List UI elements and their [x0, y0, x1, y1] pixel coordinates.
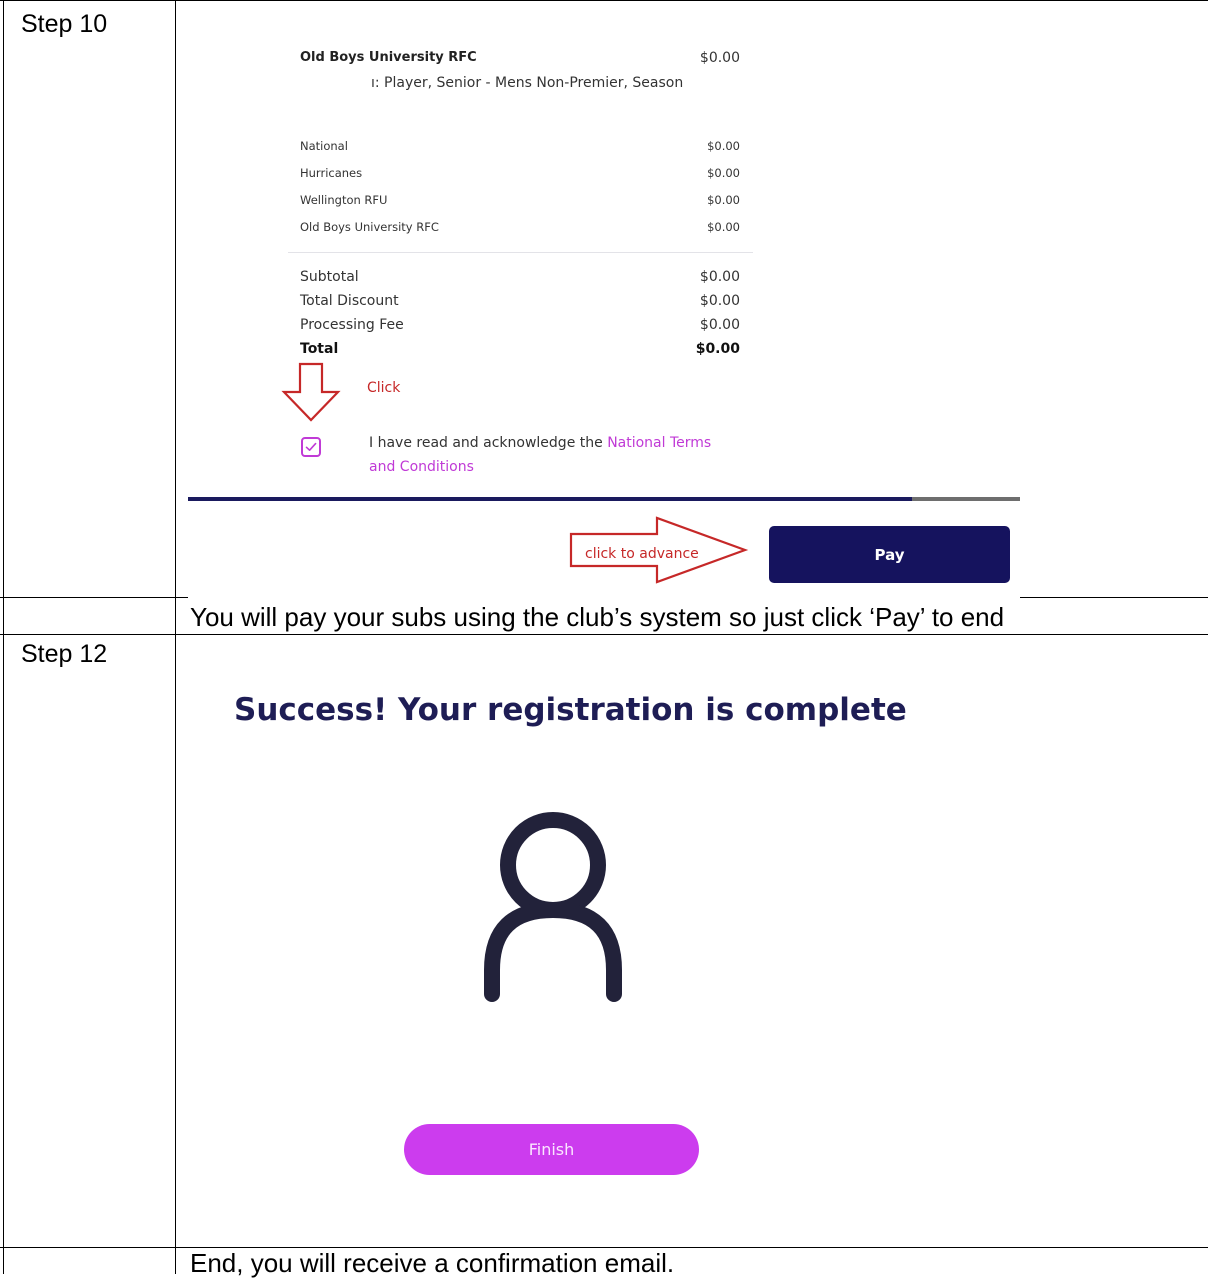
- progress-fill: [188, 497, 912, 501]
- terms-acknowledgement: I have read and acknowledge the National…: [369, 431, 729, 479]
- success-title: Success! Your registration is complete: [234, 692, 907, 728]
- table-border-left: [3, 0, 4, 1274]
- item-price: $0.00: [699, 50, 740, 66]
- pay-button[interactable]: Pay: [769, 526, 1010, 583]
- table-border-top: [0, 0, 1208, 1]
- checkmark-icon: [305, 442, 317, 451]
- step-12-label: Step 12: [21, 640, 108, 668]
- payment-summary-screenshot: Old Boys University RFC $0.00 ı: Player,…: [188, 30, 1020, 598]
- table-row-divider: [0, 634, 1208, 635]
- summary-amount: $0.00: [699, 293, 740, 309]
- registration-success-screenshot: Success! Your registration is complete F…: [188, 640, 1198, 1255]
- fee-name: Wellington RFU: [300, 193, 388, 207]
- click-annotation: Click: [367, 380, 401, 396]
- fee-amount: $0.00: [707, 139, 740, 153]
- total-label: Total: [300, 341, 339, 357]
- summary-label: Processing Fee: [300, 317, 404, 333]
- summary-amount: $0.00: [699, 317, 740, 333]
- down-arrow-annotation-icon: [281, 362, 341, 422]
- fee-amount: $0.00: [707, 166, 740, 180]
- step-10-caption: You will pay your subs using the club’s …: [190, 602, 1005, 632]
- fee-name: Old Boys University RFC: [300, 220, 439, 234]
- summary-label: Subtotal: [300, 269, 359, 285]
- acknowledge-text: I have read and acknowledge the: [369, 435, 608, 451]
- summary-amount: $0.00: [699, 269, 740, 285]
- fee-name: Hurricanes: [300, 166, 363, 180]
- divider: [288, 252, 753, 253]
- fee-amount: $0.00: [707, 220, 740, 234]
- advance-annotation: click to advance: [585, 546, 699, 562]
- item-name: Old Boys University RFC: [300, 50, 477, 65]
- step-10-label: Step 10: [21, 10, 108, 38]
- finish-button[interactable]: Finish: [404, 1124, 699, 1175]
- user-icon: [484, 812, 622, 1002]
- summary-label: Total Discount: [300, 293, 399, 309]
- table-column-divider: [175, 0, 176, 1274]
- fee-name: National: [300, 139, 348, 153]
- fee-amount: $0.00: [707, 193, 740, 207]
- item-description: ı: Player, Senior - Mens Non-Premier, Se…: [371, 75, 684, 91]
- terms-checkbox[interactable]: [301, 437, 321, 457]
- total-amount: $0.00: [695, 341, 740, 357]
